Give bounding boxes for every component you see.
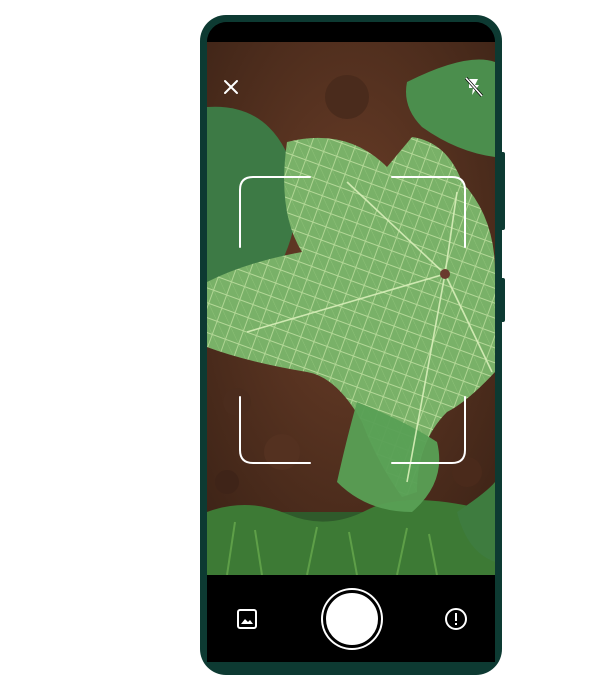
status-bar (207, 22, 495, 42)
camera-controls-bar (207, 575, 495, 662)
camera-viewfinder[interactable] (207, 42, 495, 575)
info-button[interactable] (441, 604, 471, 634)
close-button[interactable] (216, 72, 246, 102)
phone-screen (207, 22, 495, 662)
camera-preview-image (207, 42, 495, 575)
flash-toggle-button[interactable] (459, 72, 489, 102)
shutter-button[interactable] (323, 590, 381, 648)
close-icon (224, 80, 238, 94)
phone-side-button (500, 152, 505, 230)
image-gallery-icon (237, 609, 257, 629)
phone-side-button (500, 278, 505, 322)
info-alert-icon (445, 608, 467, 630)
gallery-button[interactable] (232, 604, 262, 634)
flash-off-icon (465, 77, 483, 97)
